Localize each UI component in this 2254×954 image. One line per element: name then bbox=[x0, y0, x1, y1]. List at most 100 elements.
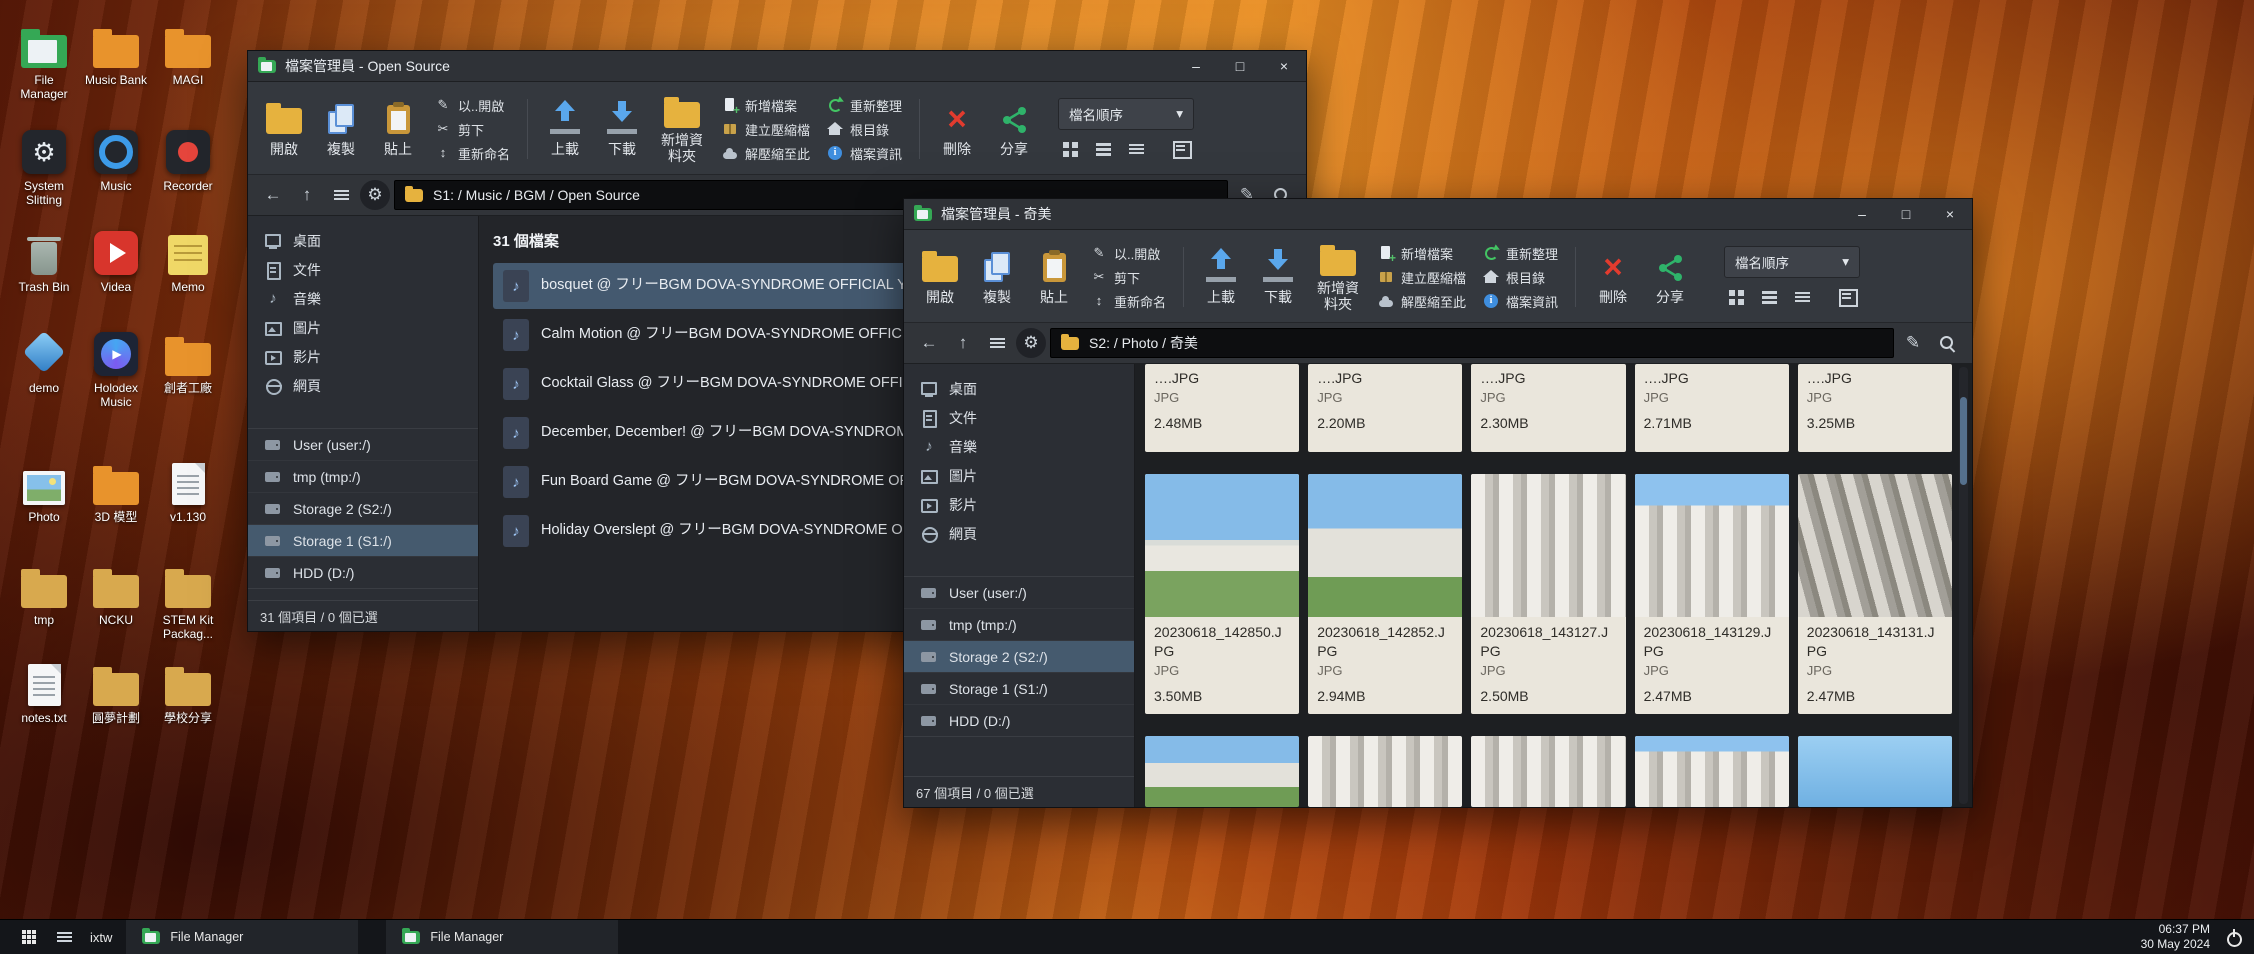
desktop-icon-school-share[interactable]: 學校分享 bbox=[152, 658, 224, 768]
vertical-scrollbar[interactable] bbox=[1959, 367, 1968, 804]
taskbar-window-file-manager-2[interactable]: File Manager bbox=[386, 920, 618, 954]
download-button[interactable]: 下載 bbox=[602, 100, 642, 159]
back-button[interactable]: ← bbox=[914, 328, 944, 358]
delete-button[interactable]: × 刪除 bbox=[1593, 248, 1633, 307]
up-button[interactable]: ↑ bbox=[948, 328, 978, 358]
paste-button[interactable]: 貼上 bbox=[1034, 248, 1074, 307]
share-button[interactable]: 分享 bbox=[994, 100, 1034, 159]
photo-card[interactable]: ….JPGJPG2.20MB bbox=[1308, 364, 1462, 452]
sidebar-item-storage2[interactable]: Storage 2 (S2:/) bbox=[904, 641, 1134, 673]
desktop-icon-stem-kit[interactable]: STEM Kit Packag... bbox=[152, 560, 224, 658]
desktop-icon-3d-models[interactable]: 3D 模型 bbox=[80, 457, 152, 560]
sidebar-item-user-drive[interactable]: User (user:/) bbox=[248, 429, 478, 461]
sidebar-item-web[interactable]: 網頁 bbox=[248, 371, 478, 400]
desktop-icon-maker-factory[interactable]: 創者工廠 bbox=[152, 328, 224, 457]
extract-here-button[interactable]: 解壓縮至此 bbox=[1378, 291, 1466, 312]
photo-card[interactable]: 20230618_142850.JPGJPG3.50MB bbox=[1145, 474, 1299, 714]
up-button[interactable]: ↑ bbox=[292, 180, 322, 210]
copy-button[interactable]: 複製 bbox=[321, 100, 361, 159]
sidebar-item-tmp-drive[interactable]: tmp (tmp:/) bbox=[248, 461, 478, 493]
desktop-icon-notes-txt[interactable]: notes.txt bbox=[8, 658, 80, 768]
photo-card[interactable]: ….JPGJPG2.71MB bbox=[1635, 364, 1789, 452]
photo-card[interactable]: 20230618_143129.JPGJPG2.47MB bbox=[1635, 474, 1789, 714]
desktop-icon-magi[interactable]: MAGI bbox=[152, 20, 224, 126]
view-compact-button[interactable] bbox=[1790, 287, 1814, 309]
refresh-button[interactable]: 重新整理 bbox=[827, 95, 902, 116]
sidebar-item-documents[interactable]: 文件 bbox=[248, 255, 478, 284]
clock[interactable]: 06:37 PM 30 May 2024 bbox=[2141, 922, 2210, 952]
menu-button[interactable] bbox=[982, 328, 1012, 358]
new-folder-button[interactable]: 新增資料夾 bbox=[1315, 242, 1361, 312]
view-detail-button[interactable] bbox=[1170, 139, 1194, 161]
photo-card[interactable]: ….JPGJPG3.25MB bbox=[1798, 364, 1952, 452]
download-button[interactable]: 下載 bbox=[1258, 248, 1298, 307]
photo-card[interactable]: 20230618_143131.JPGJPG2.47MB bbox=[1798, 474, 1952, 714]
minimize-button[interactable]: – bbox=[1840, 199, 1884, 229]
titlebar[interactable]: 檔案管理員 - Open Source – □ × bbox=[248, 51, 1306, 82]
settings-button[interactable]: ⚙ bbox=[360, 180, 390, 210]
sidebar-item-web[interactable]: 網頁 bbox=[904, 519, 1134, 548]
delete-button[interactable]: × 刪除 bbox=[937, 100, 977, 159]
desktop-icon-file-manager[interactable]: File Manager bbox=[8, 20, 80, 126]
cut-button[interactable]: ✂剪下 bbox=[435, 119, 510, 140]
sidebar-item-pictures[interactable]: 圖片 bbox=[904, 461, 1134, 490]
power-icon[interactable] bbox=[2226, 929, 2242, 945]
desktop-icon-v1130[interactable]: v1.130 bbox=[152, 457, 224, 560]
sidebar-item-documents[interactable]: 文件 bbox=[904, 403, 1134, 432]
refresh-button[interactable]: 重新整理 bbox=[1483, 243, 1558, 264]
desktop-icon-music[interactable]: Music bbox=[80, 126, 152, 227]
view-grid-button[interactable] bbox=[1724, 287, 1748, 309]
photo-card[interactable]: ….JPGJPG2.30MB bbox=[1471, 364, 1625, 452]
photo-card[interactable] bbox=[1471, 736, 1625, 807]
photo-card[interactable]: 20230618_142852.JPGJPG2.94MB bbox=[1308, 474, 1462, 714]
sidebar-item-videos[interactable]: 影片 bbox=[248, 342, 478, 371]
desktop-icon-dream-plan[interactable]: 圓夢計劃 bbox=[80, 658, 152, 768]
sidebar-item-pictures[interactable]: 圖片 bbox=[248, 313, 478, 342]
desktop-icon-photo[interactable]: Photo bbox=[8, 457, 80, 560]
start-button[interactable] bbox=[12, 920, 47, 954]
desktop-icon-trash-bin[interactable]: Trash Bin bbox=[8, 227, 80, 328]
upload-button[interactable]: 上載 bbox=[545, 100, 585, 159]
new-file-button[interactable]: 新增檔案 bbox=[722, 95, 810, 116]
open-button[interactable]: 開啟 bbox=[264, 100, 304, 159]
sidebar-item-videos[interactable]: 影片 bbox=[904, 490, 1134, 519]
search-button[interactable] bbox=[1932, 328, 1962, 358]
sort-dropdown[interactable]: 檔名順序 ▾ bbox=[1058, 98, 1194, 130]
create-archive-button[interactable]: 建立壓縮檔 bbox=[722, 119, 810, 140]
upload-button[interactable]: 上載 bbox=[1201, 248, 1241, 307]
sidebar-item-storage2[interactable]: Storage 2 (S2:/) bbox=[248, 493, 478, 525]
titlebar[interactable]: 檔案管理員 - 奇美 – □ × bbox=[904, 199, 1972, 230]
view-grid-button[interactable] bbox=[1058, 139, 1082, 161]
new-folder-button[interactable]: 新增資料夾 bbox=[659, 94, 705, 164]
photo-card[interactable] bbox=[1798, 736, 1952, 807]
close-button[interactable]: × bbox=[1262, 51, 1306, 81]
desktop-icon-memo[interactable]: Memo bbox=[152, 227, 224, 328]
open-button[interactable]: 開啟 bbox=[920, 248, 960, 307]
view-compact-button[interactable] bbox=[1124, 139, 1148, 161]
photo-card[interactable] bbox=[1308, 736, 1462, 807]
create-archive-button[interactable]: 建立壓縮檔 bbox=[1378, 267, 1466, 288]
view-list-button[interactable] bbox=[1091, 139, 1115, 161]
share-button[interactable]: 分享 bbox=[1650, 248, 1690, 307]
desktop-icon-music-bank[interactable]: Music Bank bbox=[80, 20, 152, 126]
file-info-button[interactable]: 檔案資訊 bbox=[827, 143, 902, 164]
new-file-button[interactable]: 新增檔案 bbox=[1378, 243, 1466, 264]
desktop-icon-demo[interactable]: demo bbox=[8, 328, 80, 457]
desktop-icon-videa[interactable]: Videa bbox=[80, 227, 152, 328]
close-button[interactable]: × bbox=[1928, 199, 1972, 229]
cut-button[interactable]: ✂剪下 bbox=[1091, 267, 1166, 288]
open-with-button[interactable]: ✎以..開啟 bbox=[1091, 243, 1166, 264]
desktop-icon-holodex-music[interactable]: Holodex Music bbox=[80, 328, 152, 457]
view-list-button[interactable] bbox=[1757, 287, 1781, 309]
view-detail-button[interactable] bbox=[1836, 287, 1860, 309]
photo-card[interactable] bbox=[1635, 736, 1789, 807]
sidebar-item-user-drive[interactable]: User (user:/) bbox=[904, 577, 1134, 609]
copy-button[interactable]: 複製 bbox=[977, 248, 1017, 307]
maximize-button[interactable]: □ bbox=[1884, 199, 1928, 229]
settings-button[interactable]: ⚙ bbox=[1016, 328, 1046, 358]
root-button[interactable]: 根目錄 bbox=[827, 119, 902, 140]
minimize-button[interactable]: – bbox=[1174, 51, 1218, 81]
desktop-icon-ncku[interactable]: NCKU bbox=[80, 560, 152, 658]
photo-card[interactable] bbox=[1145, 736, 1299, 807]
path-field[interactable]: S2: / Photo / 奇美 bbox=[1050, 328, 1894, 358]
